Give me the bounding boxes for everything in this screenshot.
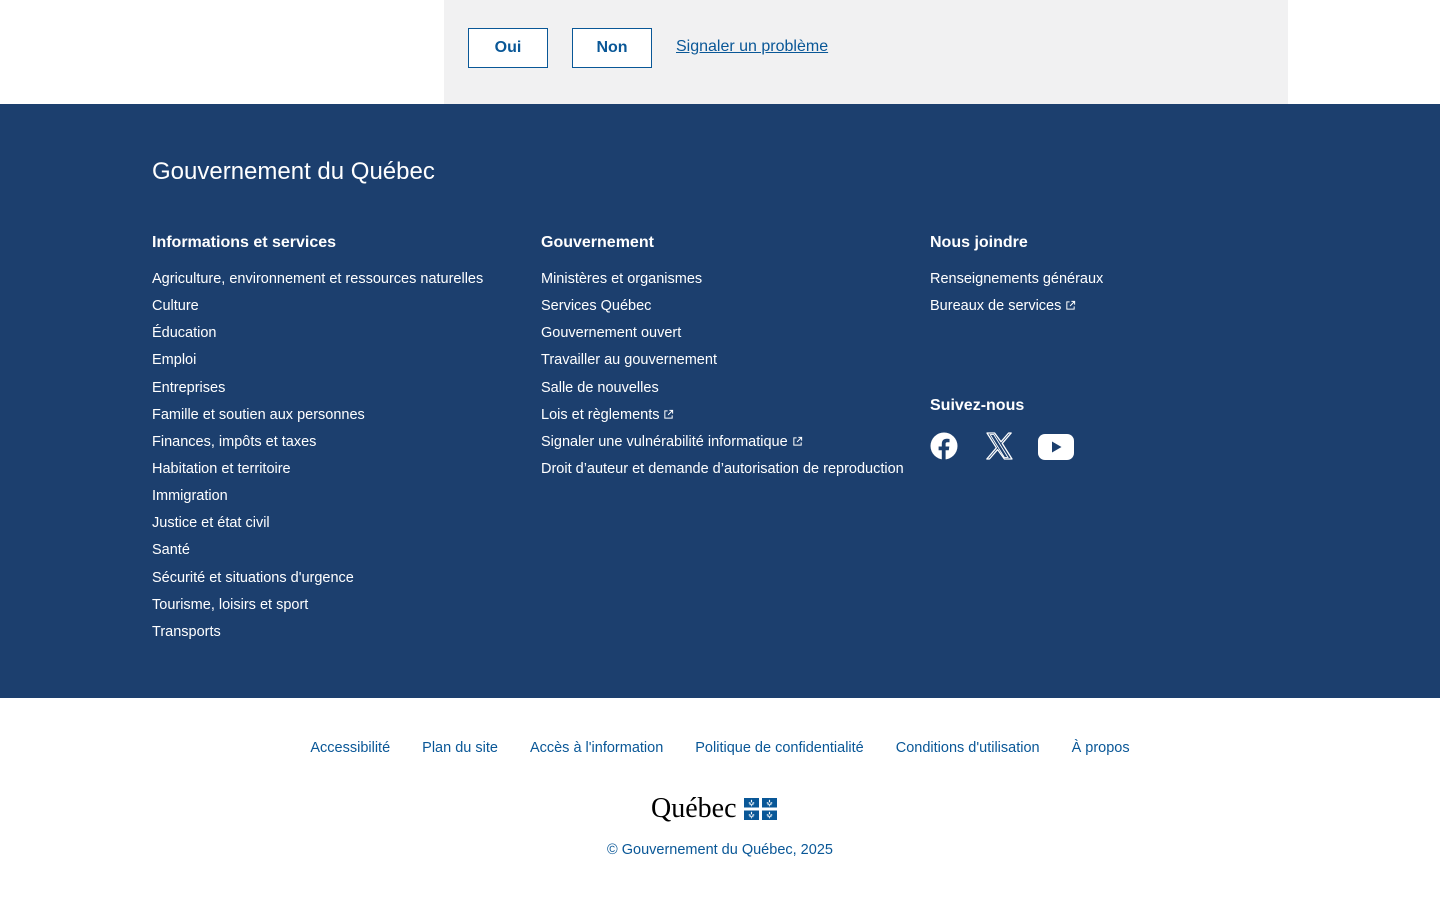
footer-title: Gouvernement du Québec — [152, 158, 435, 185]
footer-link[interactable]: Gouvernement ouvert — [541, 325, 681, 341]
list-item[interactable]: Emploi — [152, 351, 483, 378]
list-item[interactable]: Santé — [152, 541, 483, 568]
list-item[interactable]: Culture — [152, 297, 483, 324]
footer-link[interactable]: Sécurité et situations d'urgence — [152, 570, 354, 586]
sitemap-link[interactable]: Plan du site — [422, 740, 498, 756]
footer-link[interactable]: Famille et soutien aux personnes — [152, 407, 365, 423]
list-item[interactable]: Éducation — [152, 324, 483, 351]
footer-link[interactable]: Renseignements généraux — [930, 271, 1103, 287]
bottom-nav: Accessibilité Plan du site Accès à l'inf… — [0, 740, 1440, 756]
column-heading: Gouvernement — [541, 234, 654, 251]
x-icon[interactable] — [985, 432, 1013, 460]
youtube-icon[interactable] — [1038, 434, 1074, 460]
link-list: Renseignements généraux Bureaux de servi… — [930, 270, 1103, 324]
list-item[interactable]: Signaler une vulnérabilité informatique — [541, 433, 904, 460]
terms-of-use-link[interactable]: Conditions d'utilisation — [896, 740, 1040, 756]
list-item[interactable]: Immigration — [152, 487, 483, 514]
footer-link[interactable]: Habitation et territoire — [152, 461, 291, 477]
access-to-information-link[interactable]: Accès à l'information — [530, 740, 663, 756]
footer-link[interactable]: Tourisme, loisirs et sport — [152, 597, 308, 613]
footer-link[interactable]: Culture — [152, 298, 199, 314]
footer-link[interactable]: Signaler une vulnérabilité informatique — [541, 434, 788, 450]
social-links — [930, 432, 1130, 464]
list-item[interactable]: Tourisme, loisirs et sport — [152, 596, 483, 623]
list-item[interactable]: Gouvernement ouvert — [541, 324, 904, 351]
list-item[interactable]: Habitation et territoire — [152, 460, 483, 487]
footer-link[interactable]: Travailler au gouvernement — [541, 352, 717, 368]
copyright-text: © Gouvernement du Québec, 2025 — [607, 842, 833, 858]
no-button[interactable]: Non — [572, 28, 652, 68]
footer-link[interactable]: Agriculture, environnement et ressources… — [152, 271, 483, 287]
column-heading: Informations et services — [152, 234, 337, 251]
link-list: Agriculture, environnement et ressources… — [152, 270, 483, 650]
list-item[interactable]: Ministères et organismes — [541, 270, 904, 297]
privacy-policy-link[interactable]: Politique de confidentialité — [695, 740, 863, 756]
list-item[interactable]: Lois et règlements — [541, 406, 904, 433]
footer-column-gouvernement: Gouvernement Ministères et organismes Se… — [541, 234, 904, 477]
facebook-icon[interactable] — [930, 432, 958, 460]
quebec-logo[interactable]: Québec — [651, 794, 777, 824]
accessibility-link[interactable]: Accessibilité — [310, 740, 390, 756]
quebec-flag-icon — [743, 798, 777, 820]
list-item[interactable]: Services Québec — [541, 297, 904, 324]
site-footer: Gouvernement du Québec Informations et s… — [0, 104, 1440, 698]
list-item[interactable]: Finances, impôts et taxes — [152, 433, 483, 460]
footer-link[interactable]: Lois et règlements — [541, 407, 659, 423]
list-item[interactable]: Transports — [152, 623, 483, 650]
about-link[interactable]: À propos — [1072, 740, 1130, 756]
list-item[interactable]: Salle de nouvelles — [541, 379, 904, 406]
external-link-icon — [664, 409, 674, 419]
footer-link[interactable]: Entreprises — [152, 380, 225, 396]
external-link-icon — [1066, 301, 1076, 310]
logo-wordmark: Québec — [651, 793, 737, 824]
footer-link[interactable]: Éducation — [152, 325, 217, 341]
footer-column-nous-joindre: Nous joindre Renseignements généraux Bur… — [930, 234, 1103, 314]
external-link-icon — [792, 436, 802, 446]
footer-link[interactable]: Salle de nouvelles — [541, 380, 659, 396]
footer-link[interactable]: Justice et état civil — [152, 515, 270, 531]
list-item[interactable]: Droit d’auteur et demande d’autorisation… — [541, 460, 904, 487]
list-item[interactable]: Agriculture, environnement et ressources… — [152, 270, 483, 297]
list-item[interactable]: Bureaux de services — [930, 297, 1103, 324]
list-item[interactable]: Famille et soutien aux personnes — [152, 406, 483, 433]
list-item[interactable]: Sécurité et situations d'urgence — [152, 569, 483, 596]
report-problem-link[interactable]: Signaler un problème — [676, 38, 828, 56]
follow-heading: Suivez-nous — [930, 397, 1025, 414]
footer-column-informations: Informations et services Agriculture, en… — [152, 234, 483, 640]
footer-link[interactable]: Bureaux de services — [930, 298, 1061, 314]
footer-link[interactable]: Transports — [152, 624, 221, 640]
footer-link[interactable]: Finances, impôts et taxes — [152, 434, 316, 450]
footer-link[interactable]: Emploi — [152, 352, 196, 368]
link-list: Ministères et organismes Services Québec… — [541, 270, 904, 487]
footer-link[interactable]: Droit d’auteur et demande d’autorisation… — [541, 461, 904, 477]
yes-button[interactable]: Oui — [468, 28, 548, 68]
list-item[interactable]: Justice et état civil — [152, 514, 483, 541]
column-heading: Nous joindre — [930, 234, 1028, 251]
footer-link[interactable]: Services Québec — [541, 298, 651, 314]
footer-link[interactable]: Santé — [152, 542, 190, 558]
footer-link[interactable]: Ministères et organismes — [541, 271, 702, 287]
list-item[interactable]: Travailler au gouvernement — [541, 351, 904, 378]
footer-link[interactable]: Immigration — [152, 488, 228, 504]
list-item[interactable]: Entreprises — [152, 379, 483, 406]
list-item[interactable]: Renseignements généraux — [930, 270, 1103, 297]
feedback-panel: Oui Non Signaler un problème — [444, 0, 1288, 104]
follow-section: Suivez-nous — [930, 397, 1024, 415]
